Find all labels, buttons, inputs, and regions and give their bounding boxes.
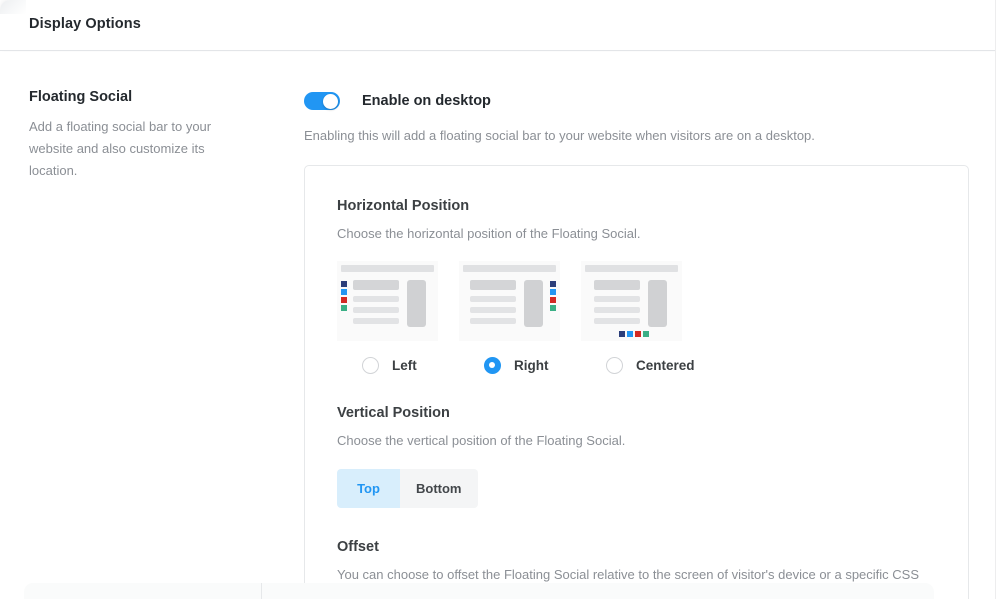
social-swatch [550, 281, 556, 287]
section-main: Enable on desktop Enabling this will add… [304, 88, 976, 599]
section-description: Add a floating social bar to your websit… [29, 119, 212, 178]
horizontal-option-centered[interactable]: Centered [581, 261, 695, 374]
preview-text-lines [470, 280, 516, 329]
horizontal-position-description: Choose the horizontal position of the Fl… [337, 226, 641, 241]
radio-label-left: Left [392, 358, 417, 373]
preview-card-centered[interactable] [581, 261, 682, 341]
horizontal-position-options: Left Right Centered [337, 261, 968, 374]
horizontal-option-right[interactable]: Right [459, 261, 560, 374]
radio-row-centered[interactable]: Centered [581, 357, 695, 374]
section-sidebar: Floating Social Add a floating social ba… [29, 88, 239, 182]
social-swatch [627, 331, 633, 337]
preview-page-body [581, 275, 682, 341]
page-title: Display Options [29, 16, 141, 32]
preview-text-lines [353, 280, 399, 329]
floating-social-options-card: Horizontal Position Choose the horizonta… [304, 165, 969, 599]
enable-on-desktop-label: Enable on desktop [362, 93, 491, 109]
bottom-panel-divider [261, 583, 262, 599]
page-header: Display Options [0, 0, 1004, 51]
radio-row-right[interactable]: Right [459, 357, 560, 374]
vertical-position-group: Vertical Position Choose the vertical po… [337, 404, 968, 508]
display-options-page: Display Options Floating Social Add a fl… [0, 0, 1004, 599]
toggle-knob [323, 93, 338, 109]
social-swatch [341, 305, 347, 311]
social-swatch [341, 289, 347, 295]
vertical-position-description: Choose the vertical position of the Floa… [337, 433, 626, 448]
preview-card-right[interactable] [459, 261, 560, 341]
preview-social-bar-centered [619, 331, 649, 337]
preview-sidebar-block [648, 280, 667, 327]
horizontal-option-left[interactable]: Left [337, 261, 438, 374]
social-swatch [635, 331, 641, 337]
radio-row-left[interactable]: Left [337, 357, 438, 374]
vertical-position-title: Vertical Position [337, 405, 450, 421]
preview-social-bar-left [341, 281, 347, 311]
radio-label-right: Right [514, 358, 549, 373]
preview-browser-bar [585, 265, 678, 272]
enable-on-desktop-description: Enabling this will add a floating social… [304, 128, 815, 143]
section-title: Floating Social [29, 89, 133, 105]
vertical-scrollbar[interactable] [995, 0, 1004, 599]
radio-centered[interactable] [606, 357, 623, 374]
social-swatch [619, 331, 625, 337]
bottom-panel-partial [24, 583, 934, 599]
horizontal-position-group: Horizontal Position Choose the horizonta… [337, 197, 968, 374]
horizontal-position-title: Horizontal Position [337, 198, 470, 214]
social-swatch [341, 297, 347, 303]
radio-label-centered: Centered [636, 358, 695, 373]
preview-page-body [459, 275, 560, 341]
preview-browser-bar [341, 265, 434, 272]
content-area: Floating Social Add a floating social ba… [0, 52, 1004, 599]
preview-sidebar-block [524, 280, 543, 327]
social-swatch [550, 289, 556, 295]
radio-left[interactable] [362, 357, 379, 374]
vertical-option-top[interactable]: Top [337, 469, 400, 508]
preview-social-bar-right [550, 281, 556, 311]
preview-text-lines [594, 280, 640, 329]
vertical-position-segmented-control: Top Bottom [337, 469, 478, 508]
vertical-option-bottom[interactable]: Bottom [400, 469, 478, 508]
social-swatch [550, 305, 556, 311]
enable-on-desktop-toggle[interactable] [304, 92, 340, 110]
preview-card-left[interactable] [337, 261, 438, 341]
preview-sidebar-block [407, 280, 426, 327]
social-swatch [643, 331, 649, 337]
radio-right[interactable] [484, 357, 501, 374]
offset-title: Offset [337, 539, 379, 555]
preview-browser-bar [463, 265, 556, 272]
enable-on-desktop-row: Enable on desktop [304, 88, 976, 114]
social-swatch [550, 297, 556, 303]
social-swatch [341, 281, 347, 287]
preview-page-body [337, 275, 438, 341]
